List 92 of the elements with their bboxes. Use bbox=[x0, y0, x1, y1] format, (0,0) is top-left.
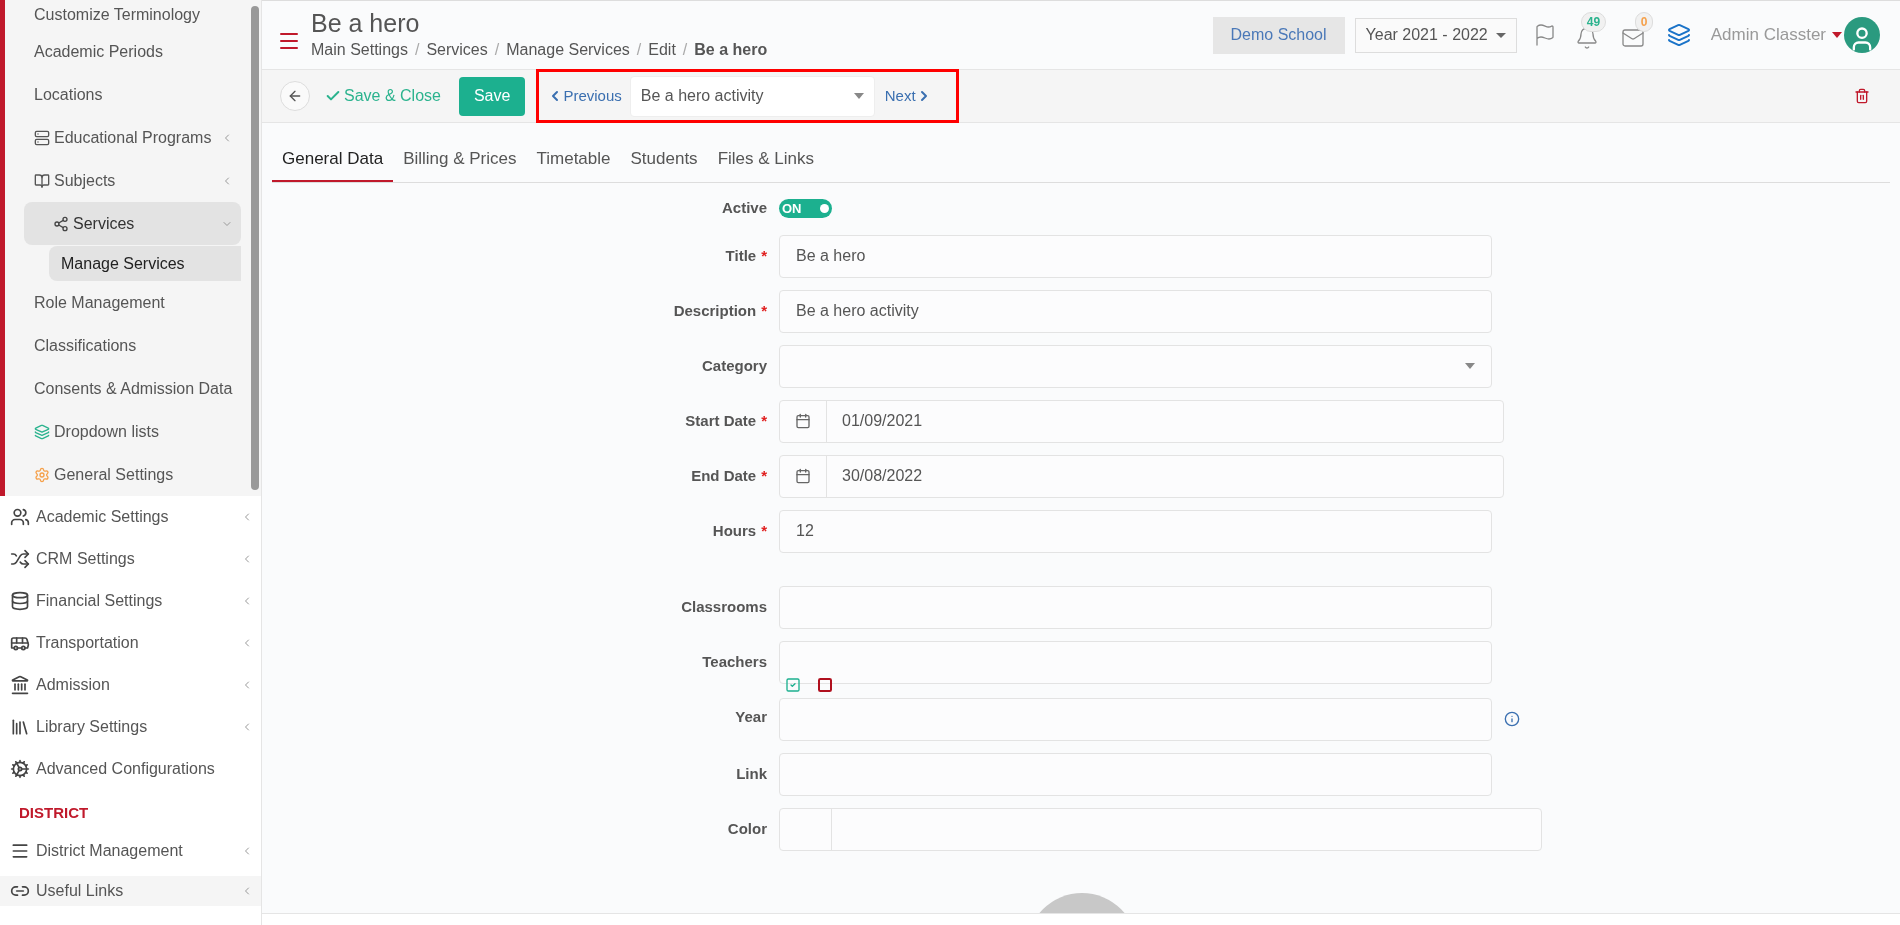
text-input[interactable] bbox=[779, 640, 1492, 684]
caret-icon bbox=[1465, 363, 1475, 369]
sidebar-item[interactable]: Library Settings bbox=[0, 706, 261, 748]
sidebar-item[interactable]: Customize Terminology bbox=[5, 0, 241, 30]
sidebar-item[interactable]: Role Management bbox=[5, 281, 241, 324]
sidebar-item[interactable]: Services bbox=[24, 202, 241, 245]
field-label: Link bbox=[735, 763, 768, 784]
message-badge: 0 bbox=[1634, 12, 1654, 32]
uncheck-all-icon[interactable] bbox=[817, 676, 833, 693]
year-input[interactable] bbox=[779, 697, 1492, 741]
sidebar-item[interactable]: Financial Settings bbox=[0, 580, 261, 622]
sidebar-item[interactable]: Dropdown lists bbox=[5, 410, 241, 453]
sidebar-item[interactable]: Admission bbox=[0, 664, 261, 706]
notification-badge: 49 bbox=[1580, 12, 1607, 32]
text-input[interactable] bbox=[779, 752, 1492, 796]
nodes-icon bbox=[53, 215, 69, 232]
people-icon bbox=[10, 507, 30, 527]
tab[interactable]: Files & Links bbox=[707, 137, 824, 182]
sidebar-item[interactable]: Locations bbox=[5, 73, 241, 116]
breadcrumb-item[interactable]: Manage Services bbox=[506, 38, 630, 62]
text-input[interactable]: Be a hero bbox=[779, 234, 1492, 278]
avatar[interactable] bbox=[1844, 17, 1880, 53]
field-label: Year bbox=[734, 706, 768, 727]
sidebar-item[interactable]: District Management bbox=[0, 830, 261, 872]
books-icon bbox=[10, 717, 30, 737]
tab[interactable]: Timetable bbox=[526, 137, 621, 182]
breadcrumb-item: Be a hero bbox=[694, 40, 768, 60]
calendar-icon bbox=[795, 468, 811, 484]
sidebar-item[interactable]: Transportation bbox=[0, 622, 261, 664]
breadcrumb-item[interactable]: Edit bbox=[648, 38, 676, 62]
calendar-icon bbox=[795, 413, 811, 429]
year-select[interactable]: Year 2021 - 2022 bbox=[1354, 17, 1517, 53]
field-label: Color bbox=[726, 818, 768, 839]
coins-icon bbox=[10, 591, 30, 611]
caret-icon bbox=[1495, 32, 1506, 38]
field-label: Teachers bbox=[701, 651, 768, 672]
trash-icon[interactable] bbox=[1854, 88, 1870, 104]
sidebar-item[interactable]: Consents & Admission Data bbox=[5, 367, 241, 410]
sidebar-item[interactable]: General Settings bbox=[5, 453, 241, 496]
menu-icon bbox=[10, 841, 30, 861]
color-field[interactable] bbox=[779, 807, 1542, 851]
tab[interactable]: Billing & Prices bbox=[393, 137, 527, 182]
sidebar-item[interactable]: Advanced Configurations bbox=[0, 748, 261, 790]
breadcrumb-separator: / bbox=[414, 40, 420, 60]
bank-icon bbox=[10, 675, 30, 695]
arrow-left-icon bbox=[287, 88, 303, 104]
date-field[interactable]: 01/09/2021 bbox=[779, 399, 1504, 443]
tab[interactable]: Students bbox=[620, 137, 708, 182]
server-icon bbox=[34, 129, 50, 146]
sidebar-item[interactable]: Academic Periods bbox=[5, 30, 241, 73]
field-label: Category bbox=[700, 355, 768, 376]
field-label: Start Date * bbox=[684, 410, 768, 431]
bell-icon[interactable] bbox=[1574, 26, 1599, 50]
field-label: Hours * bbox=[711, 520, 768, 541]
previous-link[interactable]: Previous bbox=[547, 84, 622, 108]
field-label: Active bbox=[720, 198, 768, 218]
sidebar-item[interactable]: Educational Programs bbox=[5, 116, 241, 159]
shuffle-icon bbox=[10, 549, 30, 569]
text-input[interactable] bbox=[779, 585, 1492, 629]
info-icon[interactable] bbox=[1504, 711, 1520, 727]
school-button[interactable]: Demo School bbox=[1212, 16, 1345, 54]
breadcrumb-separator: / bbox=[636, 40, 642, 60]
breadcrumb-separator: / bbox=[682, 40, 688, 60]
field-label: Classrooms bbox=[680, 596, 768, 617]
book-icon bbox=[34, 172, 50, 189]
caret-icon bbox=[853, 93, 864, 99]
field-label: Title * bbox=[724, 245, 768, 266]
field-label: End Date * bbox=[690, 465, 768, 486]
next-link[interactable]: Next bbox=[884, 84, 932, 108]
layers-icon bbox=[34, 423, 50, 440]
sidebar-item[interactable]: CRM Settings bbox=[0, 538, 261, 580]
sidebar-item[interactable]: Academic Settings bbox=[0, 496, 261, 538]
scrollbar-thumb[interactable] bbox=[251, 6, 259, 490]
text-input[interactable]: 12 bbox=[779, 509, 1492, 553]
sidebar-item[interactable]: Useful Links bbox=[0, 876, 261, 906]
breadcrumb-separator: / bbox=[494, 40, 500, 60]
field-label: Description * bbox=[672, 300, 768, 321]
back-button[interactable] bbox=[280, 81, 310, 111]
breadcrumb-item[interactable]: Main Settings bbox=[311, 38, 408, 62]
sidebar-item[interactable]: Subjects bbox=[5, 159, 241, 202]
check-all-icon[interactable] bbox=[785, 676, 801, 693]
page-title: Be a hero bbox=[311, 8, 421, 38]
breadcrumb-item[interactable]: Services bbox=[426, 38, 488, 62]
date-field[interactable]: 30/08/2022 bbox=[779, 454, 1504, 498]
sidebar-subitem[interactable]: Manage Services bbox=[49, 246, 241, 281]
record-select[interactable]: Be a hero activity bbox=[629, 75, 875, 117]
text-input[interactable]: Be a hero activity bbox=[779, 289, 1492, 333]
gear-icon bbox=[34, 466, 50, 483]
sidebar-item[interactable]: Classifications bbox=[5, 324, 241, 367]
tab[interactable]: General Data bbox=[272, 137, 394, 182]
select-field[interactable] bbox=[779, 344, 1492, 388]
section-heading: DISTRICT bbox=[18, 802, 90, 823]
